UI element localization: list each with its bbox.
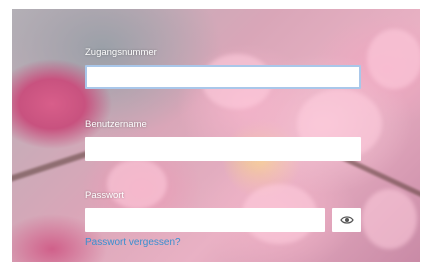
login-screen: Zugangsnummer Benutzername Passwort Pass…: [12, 9, 420, 262]
password-label: Passwort: [85, 190, 125, 201]
account-number-field[interactable]: [85, 65, 361, 89]
eye-icon: [339, 216, 354, 224]
forgot-password-link[interactable]: Passwort vergessen?: [85, 237, 181, 248]
background-blossom: [367, 29, 420, 89]
password-field[interactable]: [85, 208, 325, 232]
background-blossom: [107, 159, 167, 209]
background-blossom: [362, 189, 417, 249]
username-label: Benutzername: [85, 119, 147, 130]
show-password-button[interactable]: [332, 208, 361, 232]
username-field[interactable]: [85, 137, 361, 161]
account-number-label: Zugangsnummer: [85, 47, 157, 58]
